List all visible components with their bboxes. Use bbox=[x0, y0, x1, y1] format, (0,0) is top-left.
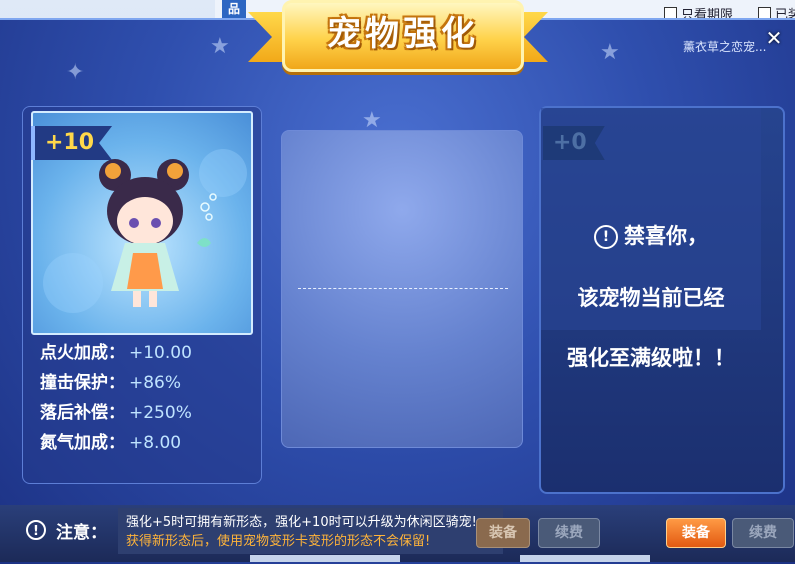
progress-divider bbox=[298, 288, 508, 289]
stat-label: 撞击保护： bbox=[40, 373, 125, 393]
stat-value: +86% bbox=[129, 373, 182, 393]
stat-row: 氮气加成： +8.00 bbox=[40, 428, 192, 458]
equip-button[interactable]: 装备 bbox=[476, 518, 530, 548]
close-icon[interactable]: ✕ bbox=[758, 24, 790, 52]
stat-value: +250% bbox=[129, 403, 192, 423]
exclamation-icon: ! bbox=[594, 225, 618, 249]
notice-icon: ! bbox=[26, 520, 46, 540]
background-pet-name: 薰衣草之恋宠... bbox=[683, 40, 767, 54]
stat-row: 落后补偿： +250% bbox=[40, 398, 192, 428]
max-level-message-line2: 该宠物当前已经 bbox=[577, 286, 725, 310]
renew-button[interactable]: 续费 bbox=[732, 518, 794, 548]
star-decoration-icon: ★ bbox=[210, 34, 230, 59]
dialog-title: 宠物强化 bbox=[327, 14, 479, 54]
pet-stats: 点火加成： +10.00 撞击保护： +86% 落后补偿： +250% 氮气加成… bbox=[40, 338, 192, 458]
stat-label: 点火加成： bbox=[40, 343, 125, 363]
stat-value: +10.00 bbox=[129, 343, 192, 363]
star-decoration-icon: ✦ bbox=[66, 60, 85, 85]
enhance-material-slot[interactable] bbox=[281, 130, 523, 448]
item-badge: 品 bbox=[222, 0, 246, 18]
stat-row: 点火加成： +10.00 bbox=[40, 338, 192, 368]
max-level-message-line3: 强化至满级啦！！ bbox=[567, 346, 735, 370]
stat-row: 撞击保护： +86% bbox=[40, 368, 192, 398]
equip-button[interactable]: 装备 bbox=[666, 518, 726, 548]
stat-value: +8.00 bbox=[129, 433, 182, 453]
renew-button[interactable]: 续费 bbox=[538, 518, 600, 548]
background-pager bbox=[520, 555, 650, 562]
star-decoration-icon: ★ bbox=[600, 40, 620, 65]
stat-label: 落后补偿： bbox=[40, 403, 125, 423]
message-text: 禁喜你， bbox=[624, 224, 708, 248]
stat-label: 氮气加成： bbox=[40, 433, 125, 453]
background-pager bbox=[250, 555, 400, 562]
notice-label: 注意： bbox=[56, 523, 107, 543]
max-level-message-line1: ! 禁喜你， bbox=[541, 220, 761, 250]
notice-line2: 获得新形态后，使用宠物变形卡变形的形态不会保留! bbox=[126, 534, 431, 549]
notice-line1: 强化+5时可拥有新形态，强化+10时可以升级为休闲区骑宠! bbox=[126, 515, 477, 530]
